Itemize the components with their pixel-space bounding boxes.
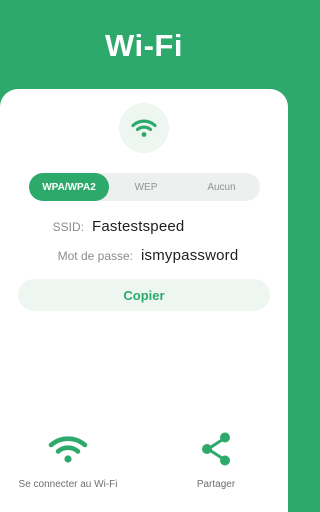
security-option-wpa[interactable]: WPA/WPA2	[29, 173, 109, 201]
security-option-wep[interactable]: WEP	[109, 173, 183, 201]
ssid-label: SSID:	[52, 220, 84, 234]
security-type-selector[interactable]: WPA/WPA2 WEP Aucun	[29, 173, 260, 201]
ssid-row: SSID: Fastestspeed	[0, 218, 288, 235]
password-row: Mot de passe: ismypassword	[0, 247, 288, 264]
share-icon	[202, 432, 230, 466]
header-bar: Wi-Fi	[0, 0, 288, 100]
ssid-value: Fastestspeed	[92, 218, 185, 235]
share-button[interactable]: Partager	[160, 431, 272, 490]
wifi-badge	[119, 103, 169, 153]
wifi-card: WPA/WPA2 WEP Aucun SSID: Fastestspeed Mo…	[0, 89, 288, 512]
connect-wifi-button[interactable]: Se connecter au Wi-Fi	[0, 431, 136, 490]
wifi-icon	[48, 436, 88, 463]
share-label: Partager	[196, 479, 236, 490]
connect-wifi-label: Se connecter au Wi-Fi	[18, 479, 118, 490]
password-label: Mot de passe:	[57, 249, 133, 263]
copy-button[interactable]: Copier	[18, 279, 270, 311]
wifi-icon	[131, 119, 157, 137]
page-title: Wi-Fi	[105, 28, 183, 63]
security-option-none[interactable]: Aucun	[183, 173, 260, 201]
password-value: ismypassword	[141, 247, 239, 264]
